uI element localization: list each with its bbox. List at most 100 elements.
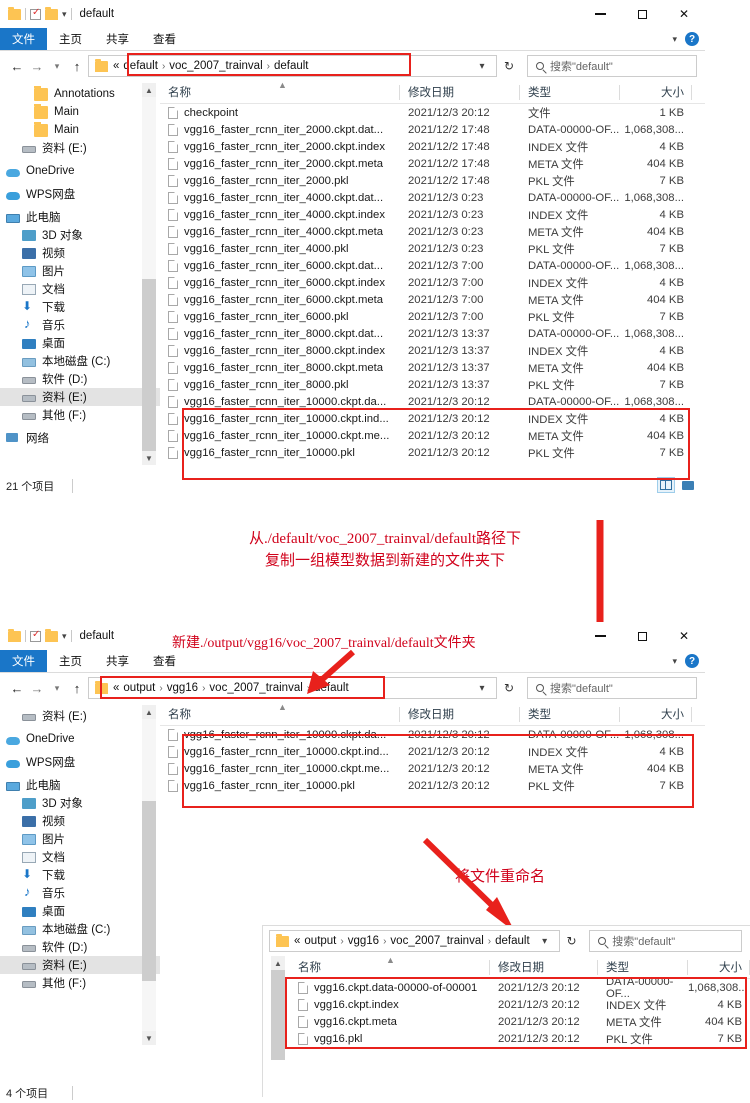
table-row[interactable]: vgg16_faster_rcnn_iter_4000.ckpt.dat... 2… xyxy=(160,189,705,206)
table-row[interactable]: vgg16_faster_rcnn_iter_10000.ckpt.ind...… xyxy=(160,743,705,760)
breadcrumb-root[interactable]: « xyxy=(113,682,119,694)
breadcrumb-root[interactable]: « xyxy=(294,935,300,947)
nav-item-6[interactable]: 此电脑 xyxy=(0,208,160,226)
table-row[interactable]: vgg16.ckpt.meta 2021/12/3 20:12 META 文件 404… xyxy=(290,1013,750,1030)
nav-item-17[interactable]: 其他 (F:) xyxy=(0,406,160,424)
breadcrumb[interactable]: « output › vgg16 › voc_2007_trainval › d… xyxy=(113,682,467,694)
nav-item-5[interactable]: WPS网盘 xyxy=(0,185,160,203)
nav-tree[interactable]: 资料 (E:) OneDrive WPS网盘此电脑 3D 对象视频图片文档下载音乐桌面… xyxy=(0,707,160,992)
table-row[interactable]: vgg16.pkl 2021/12/3 20:12 PKL 文件 7 KB xyxy=(290,1030,750,1047)
breadcrumb-item-1[interactable]: output xyxy=(123,682,155,694)
breadcrumb[interactable]: « output › vgg16 › voc_2007_trainval › d… xyxy=(294,935,530,947)
scroll-thumb[interactable] xyxy=(142,279,156,455)
column-header-size[interactable]: 大小 xyxy=(688,956,750,979)
close-button[interactable]: ✕ xyxy=(663,622,705,650)
maximize-button[interactable] xyxy=(621,622,663,650)
nav-scrollbar[interactable]: ▲ xyxy=(271,956,285,1074)
properties-check-icon[interactable] xyxy=(30,629,41,642)
table-row[interactable]: vgg16_faster_rcnn_iter_2000.ckpt.meta 202… xyxy=(160,155,705,172)
table-row[interactable]: vgg16_faster_rcnn_iter_10000.ckpt.me... 2… xyxy=(160,427,705,444)
address-dropdown-icon[interactable]: ▾ xyxy=(535,936,555,947)
nav-item-9[interactable]: 图片 xyxy=(0,262,160,280)
quick-access-toolbar[interactable]: ▾ xyxy=(8,628,72,642)
breadcrumb[interactable]: « default › voc_2007_trainval › default xyxy=(113,60,467,72)
table-row[interactable]: vgg16_faster_rcnn_iter_4000.ckpt.index 20… xyxy=(160,206,705,223)
nav-item-3[interactable]: 此电脑 xyxy=(0,776,160,794)
close-button[interactable]: ✕ xyxy=(663,0,705,28)
help-icon[interactable]: ? xyxy=(685,32,699,46)
nav-item-12[interactable]: 音乐 xyxy=(0,316,160,334)
properties-check-icon[interactable] xyxy=(30,7,41,20)
column-header-size[interactable]: 大小 xyxy=(620,703,692,726)
nav-item-7[interactable]: 文档 xyxy=(0,848,160,866)
new-folder-icon[interactable] xyxy=(45,6,58,20)
tab-home[interactable]: 主页 xyxy=(47,28,94,50)
refresh-icon[interactable]: ↻ xyxy=(499,59,519,73)
address-dropdown-icon[interactable]: ▾ xyxy=(472,683,492,694)
table-row[interactable]: vgg16_faster_rcnn_iter_8000.ckpt.dat... 2… xyxy=(160,325,705,342)
tab-view[interactable]: 查看 xyxy=(141,650,188,672)
column-header-type[interactable]: 类型 xyxy=(520,81,620,104)
up-button[interactable]: ↑ xyxy=(68,681,86,696)
chevron-down-icon[interactable]: ▾ xyxy=(62,631,67,642)
back-button[interactable]: ← xyxy=(8,681,26,696)
window3-address-bar[interactable]: « output › vgg16 › voc_2007_trainval › d… xyxy=(269,930,560,952)
new-folder-icon[interactable] xyxy=(45,628,58,642)
nav-item-4[interactable]: 3D 对象 xyxy=(0,794,160,812)
table-row[interactable]: vgg16_faster_rcnn_iter_6000.ckpt.meta 202… xyxy=(160,291,705,308)
breadcrumb-item-3[interactable]: voc_2007_trainval xyxy=(209,682,302,694)
window1-search-box[interactable]: 搜索"default" xyxy=(527,55,697,77)
column-header-name[interactable]: 名称 ▲ xyxy=(160,80,400,104)
window2-file-rows[interactable]: vgg16_faster_rcnn_iter_10000.ckpt.da... 2… xyxy=(160,726,705,794)
nav-item-9[interactable]: 音乐 xyxy=(0,884,160,902)
tab-share[interactable]: 共享 xyxy=(94,28,141,50)
table-row[interactable]: vgg16_faster_rcnn_iter_8000.ckpt.meta 202… xyxy=(160,359,705,376)
nav-item-8[interactable]: 视频 xyxy=(0,244,160,262)
minimize-button[interactable] xyxy=(579,622,621,650)
table-row[interactable]: vgg16_faster_rcnn_iter_10000.ckpt.ind...… xyxy=(160,410,705,427)
window2-address-bar[interactable]: « output › vgg16 › voc_2007_trainval › d… xyxy=(88,677,497,699)
quick-access-toolbar[interactable]: ▾ xyxy=(8,6,72,20)
scroll-up-icon[interactable]: ▲ xyxy=(142,83,156,97)
column-header-type[interactable]: 类型 xyxy=(520,703,620,726)
nav-item-4[interactable]: OneDrive xyxy=(0,162,160,180)
nav-item-0[interactable]: Annotations xyxy=(0,85,160,103)
breadcrumb-item-3[interactable]: voc_2007_trainval xyxy=(390,935,483,947)
window3-file-rows[interactable]: vgg16.ckpt.data-00000-of-00001 2021/12/3 … xyxy=(290,976,750,1047)
back-button[interactable]: ← xyxy=(8,59,26,74)
large-icons-view-button[interactable] xyxy=(679,477,697,493)
forward-button[interactable]: → xyxy=(28,59,46,74)
breadcrumb-item-1[interactable]: default xyxy=(123,60,158,72)
nav-item-3[interactable]: 资料 (E:) xyxy=(0,139,160,157)
column-header-type[interactable]: 类型 xyxy=(598,956,688,979)
up-button[interactable]: ↑ xyxy=(68,59,86,74)
nav-item-6[interactable]: 图片 xyxy=(0,830,160,848)
scroll-down-icon[interactable]: ▼ xyxy=(142,1031,156,1045)
table-row[interactable]: vgg16_faster_rcnn_iter_10000.ckpt.da... 2… xyxy=(160,393,705,410)
window1-address-bar[interactable]: « default › voc_2007_trainval › default … xyxy=(88,55,497,77)
recent-locations-icon[interactable]: ▾ xyxy=(48,61,66,72)
column-header-name[interactable]: 名称 ▲ xyxy=(290,955,490,979)
table-row[interactable]: vgg16_faster_rcnn_iter_2000.ckpt.dat... 2… xyxy=(160,121,705,138)
table-row[interactable]: checkpoint 2021/12/3 20:12 文件 1 KB xyxy=(160,104,705,121)
details-view-button[interactable] xyxy=(657,477,675,493)
table-row[interactable]: vgg16_faster_rcnn_iter_6000.ckpt.dat... 2… xyxy=(160,257,705,274)
nav-item-14[interactable]: 本地磁盘 (C:) xyxy=(0,352,160,370)
expand-ribbon-icon[interactable]: ▾ xyxy=(672,34,677,45)
tab-share[interactable]: 共享 xyxy=(94,650,141,672)
table-row[interactable]: vgg16_faster_rcnn_iter_10000.ckpt.da... 2… xyxy=(160,726,705,743)
maximize-button[interactable] xyxy=(621,0,663,28)
tab-view[interactable]: 查看 xyxy=(141,28,188,50)
column-header-date[interactable]: 修改日期 xyxy=(490,956,598,979)
help-icon[interactable]: ? xyxy=(685,654,699,668)
table-row[interactable]: vgg16_faster_rcnn_iter_10000.pkl 2021/12/… xyxy=(160,444,705,461)
breadcrumb-item-3[interactable]: default xyxy=(274,60,309,72)
table-row[interactable]: vgg16_faster_rcnn_iter_8000.ckpt.index 20… xyxy=(160,342,705,359)
scroll-thumb[interactable] xyxy=(271,970,285,1060)
scroll-down-icon[interactable]: ▼ xyxy=(142,451,156,465)
window3-search-box[interactable]: 搜索"default" xyxy=(589,930,742,952)
nav-item-15[interactable]: 软件 (D:) xyxy=(0,370,160,388)
nav-item-10[interactable]: 文档 xyxy=(0,280,160,298)
nav-item-13[interactable]: 桌面 xyxy=(0,334,160,352)
nav-item-14[interactable]: 其他 (F:) xyxy=(0,974,160,992)
